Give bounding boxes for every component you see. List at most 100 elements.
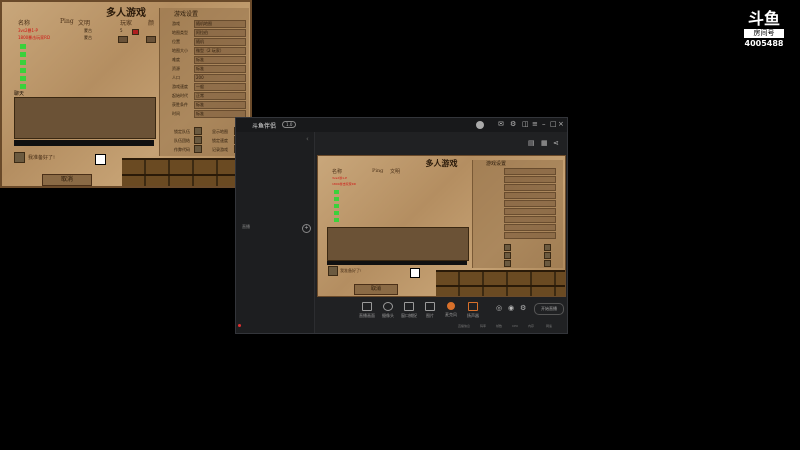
preview-option [504,252,511,259]
gear-icon[interactable]: ⚙ [520,305,526,312]
preview-ready-checkbox [328,266,338,276]
chat-label: 聊天 [14,91,25,97]
setting-label: 难度 [172,57,180,62]
tool-mic[interactable]: 麦克风 [440,302,462,318]
option-checkbox[interactable] [194,145,202,153]
screen-icon [362,302,372,311]
preview-option [544,244,551,251]
preview-col-ping: Ping [372,168,384,174]
preview-option [544,252,551,259]
player-color-1[interactable] [132,29,139,35]
tool-window[interactable]: 窗口捕捉 [398,302,420,319]
preview-chat-input [327,261,467,265]
record-icon[interactable]: ◎ [496,305,502,312]
app-titlebar: 斗鱼伴侣 1.0 ✉ ⚙ ◫ ≡ – □ × [236,118,567,132]
preview-field [504,168,556,175]
tool-camera[interactable]: 摄像头 [377,302,399,319]
option-label: 队伍团结 [174,138,190,143]
option-label: 锁定队伍 [174,129,190,134]
setting-value: 微型（2 玩家） [196,48,224,53]
status-item: 码率 [480,324,487,328]
preview-slot [334,197,339,201]
preview-field [504,192,556,199]
open-slot[interactable] [20,84,26,89]
player-civ-2[interactable]: 蒙古 [84,35,92,41]
setting-label: 位置 [172,39,180,44]
collapse-icon[interactable]: ‹ [306,136,309,143]
preview-field [504,232,556,239]
preview-field [504,200,556,207]
status-item: 直播信息 [458,324,471,328]
preview-cancel-button: 取消 [354,284,398,295]
start-live-button[interactable]: 开始直播 [534,303,564,315]
grid-icon[interactable]: ▦ [541,140,548,147]
status-item: 帧数 [496,324,503,328]
open-slot[interactable] [20,76,26,81]
setting-value: 阿拉伯 [196,30,208,35]
preview-slot [334,190,339,194]
preview-col-civ: 文明 [390,169,401,175]
chat-input[interactable] [14,140,154,146]
preview-player-2: 1800暴击玩家RD [332,182,357,186]
status-item: 网速 [546,324,553,328]
game-window-main: 多人游戏 名称 Ping 文明 玩家 颜 3vs2暴1-P 蒙古 5 1800暴… [0,0,252,188]
window-icon [404,302,414,311]
preview-field [504,216,556,223]
game-preview: 多人游戏 名称 Ping 文明 3vs2暴1-P 1800暴击玩家RD 我准备好… [317,155,566,297]
player-civ-1[interactable]: 蒙古 [84,28,92,34]
avatar[interactable] [476,121,484,129]
status-item: 内存 [528,324,535,328]
player-color-2[interactable] [118,36,128,43]
scene-sidebar: ‹ 直播 + [236,132,315,333]
preview-option [544,260,551,267]
open-slot[interactable] [20,60,26,65]
setting-value: 标准 [196,102,204,107]
menu-icon[interactable]: ≡ [532,121,538,128]
tool-screen[interactable]: 直播画面 [356,302,378,319]
share-icon[interactable]: ⋖ [553,140,559,147]
option-label: 显示地图 [212,129,228,134]
tool-image[interactable]: 图片 [419,302,441,319]
setting-value: 标准 [196,57,204,62]
app-title: 斗鱼伴侣 [252,123,277,130]
setting-label: 起始时代 [172,93,188,98]
message-icon[interactable]: ✉ [498,121,504,128]
streaming-app-window: 斗鱼伴侣 1.0 ✉ ⚙ ◫ ≡ – □ × ‹ 直播 + ▤ ▦ ⋖ 多人游戏… [235,117,568,334]
close-icon[interactable]: × [558,121,564,128]
player-name-2: 1800暴击玩家RD [18,35,51,40]
option-label: 作弊代码 [174,147,190,152]
add-scene-icon[interactable]: + [302,224,311,233]
status-item: CPU [512,324,519,328]
option-checkbox[interactable] [194,136,202,144]
preview-ready-label: 我准备好了! [340,268,362,273]
preview-option [504,260,511,267]
preview-chat [327,227,469,261]
open-slot[interactable] [20,52,26,57]
skin-icon[interactable]: ◫ [522,121,529,128]
player-team-1[interactable]: 5 [120,28,123,33]
player-color-2b[interactable] [146,36,156,43]
scene-label: 直播 [242,224,250,229]
preview-col-name: 名称 [332,169,343,175]
preview-settings-header: 游戏设置 [486,161,507,167]
ready-checkbox[interactable] [14,152,25,163]
setting-label: 获胜条件 [172,102,188,107]
logo-text: 斗鱼 [747,9,780,28]
version-badge: 1.0 [282,121,297,128]
setting-label: 资源 [172,66,180,71]
setting-label: 时间 [172,111,180,116]
minimize-icon[interactable]: – [542,121,546,128]
open-slot[interactable] [20,68,26,73]
option-checkbox[interactable] [194,127,202,135]
tool-speaker[interactable]: 扬声器 [462,302,484,319]
setting-label: 人口 [172,75,180,80]
cancel-button[interactable]: 取消 [42,174,92,186]
mute-icon[interactable]: ◉ [508,305,514,312]
col-color: 颜 [148,20,155,27]
image-icon [425,302,435,311]
maximize-icon[interactable]: □ [550,121,557,128]
settings-icon[interactable]: ⚙ [510,121,516,128]
wood-frame [122,158,250,186]
open-slot[interactable] [20,44,26,49]
layout-icon[interactable]: ▤ [528,140,535,147]
